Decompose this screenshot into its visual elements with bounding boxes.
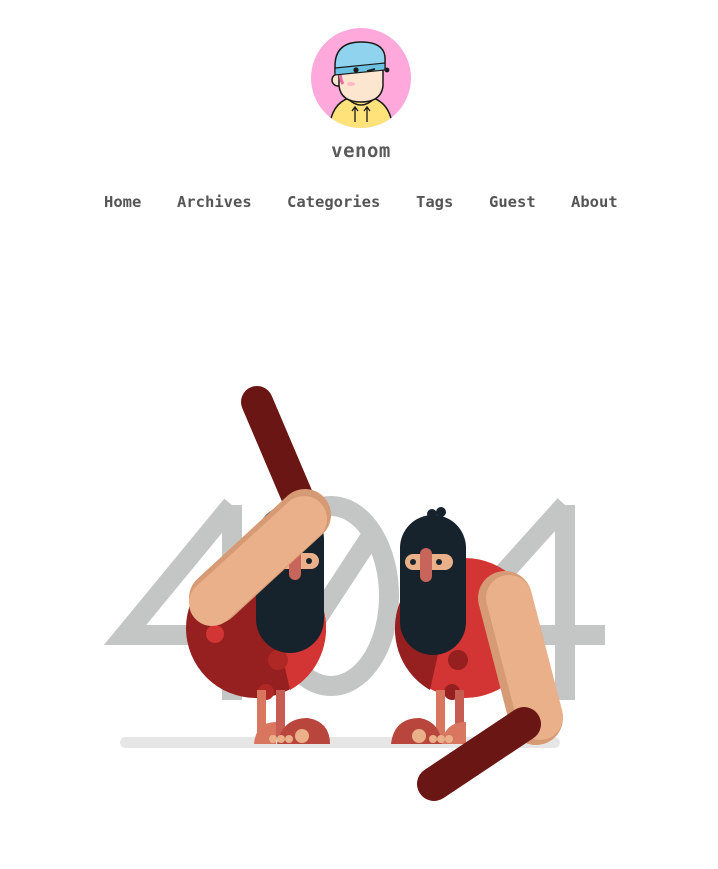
- nav-about[interactable]: About: [571, 193, 618, 211]
- main-nav: Home Archives Categories Tags Guest Abou…: [0, 193, 718, 217]
- nav-guest[interactable]: Guest: [489, 193, 536, 211]
- avatar[interactable]: [311, 28, 411, 128]
- error-404-illustration: 404: [103, 386, 605, 801]
- nav-archives[interactable]: Archives: [177, 193, 252, 211]
- error-code: 404: [350, 682, 369, 693]
- left-caveman: [186, 386, 331, 744]
- nav-categories[interactable]: Categories: [287, 193, 380, 211]
- site-name[interactable]: venom: [0, 140, 718, 162]
- nav-home[interactable]: Home: [104, 193, 141, 211]
- avatar-illustration: [311, 28, 411, 128]
- nav-tags[interactable]: Tags: [416, 193, 453, 211]
